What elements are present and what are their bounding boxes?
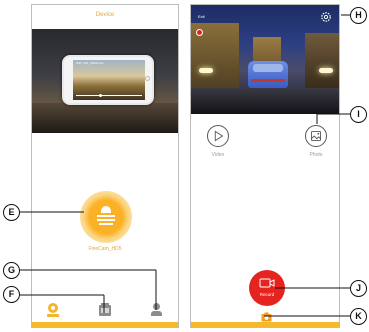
callout-e: E (3, 204, 20, 221)
callout-lines (20, 14, 355, 317)
callout-k: K (350, 308, 367, 325)
callout-j: J (350, 280, 367, 297)
callout-i: I (350, 106, 367, 123)
screenshot-stage: Device 2018_0101_104833.mov FineCam_HD5 … (0, 0, 369, 332)
callout-h: H (350, 7, 367, 24)
callout-g: G (3, 262, 20, 279)
callout-f: F (3, 286, 20, 303)
